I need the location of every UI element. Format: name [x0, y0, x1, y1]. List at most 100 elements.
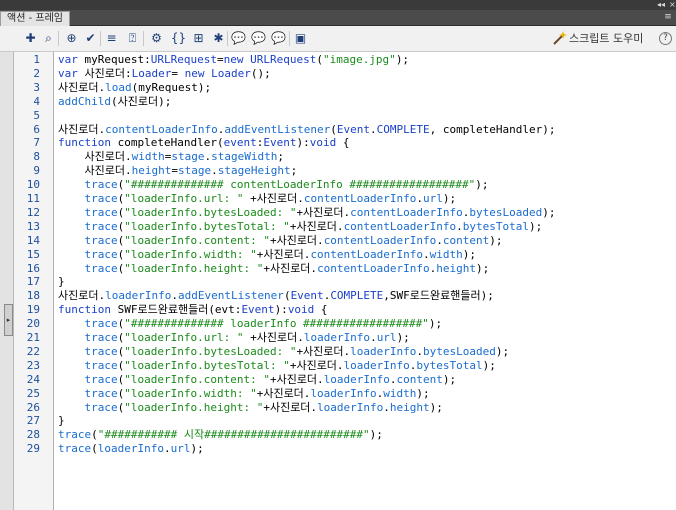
- code-token: stage: [171, 150, 205, 164]
- code-token: ):: [296, 136, 310, 150]
- code-token: contentLoaderInfo: [303, 192, 417, 205]
- code-token: trace: [84, 317, 118, 331]
- code-token: trace: [84, 331, 118, 344]
- code-token: =: [171, 66, 185, 80]
- code-token: Event: [263, 136, 297, 150]
- code-token: (: [91, 442, 98, 456]
- help-icon[interactable]: ?: [659, 32, 672, 45]
- code-token: +사진로더.: [289, 358, 344, 372]
- panel-menu-icon[interactable]: ≡: [663, 12, 673, 23]
- code-token: contentLoaderInfo: [343, 219, 457, 233]
- line-number: 27: [26, 414, 40, 428]
- line-number: 4: [33, 94, 40, 108]
- code-token: trace: [84, 261, 118, 275]
- code-hint-button[interactable]: ⍰: [124, 30, 141, 47]
- close-panel-icon[interactable]: ×: [669, 0, 676, 10]
- find-button[interactable]: ⌕: [40, 30, 57, 47]
- collapse-selection-button[interactable]: ⊞: [190, 30, 207, 47]
- collapse-braces-button[interactable]: {}: [170, 30, 187, 47]
- line-number: 24: [26, 372, 40, 386]
- code-token: );: [475, 178, 489, 192]
- line-number: 28: [26, 428, 40, 442]
- script-editor[interactable]: var myRequest:URLRequest=new URLRequest(…: [54, 52, 676, 510]
- code-token: "image.jpg": [322, 53, 396, 66]
- expand-all-button[interactable]: ✱: [210, 30, 227, 47]
- code-line: trace("loaderInfo.bytesLoaded: "+사진로더.lo…: [58, 344, 510, 359]
- code-line: trace("loaderInfo.width: "+사진로더.contentL…: [58, 247, 477, 262]
- remove-comment-icon: 💬: [271, 31, 286, 45]
- code-token: trace: [84, 233, 118, 247]
- code-token: loaderInfo: [317, 400, 384, 414]
- panel-tab-bar: 액션 - 프레임 ≡: [0, 10, 676, 26]
- code-token: ;: [277, 150, 284, 164]
- code-token: COMPLETE: [376, 122, 430, 136]
- code-token: trace: [84, 372, 118, 386]
- code-token: );: [429, 400, 443, 414]
- magic-wand-icon: [553, 31, 567, 45]
- code-token: ):: [274, 303, 288, 317]
- tab-actions-frame[interactable]: 액션 - 프레임: [0, 11, 70, 26]
- code-token: trace: [84, 178, 118, 192]
- code-token: content: [396, 372, 443, 386]
- code-token: );: [482, 358, 496, 372]
- code-token: .: [423, 247, 430, 261]
- code-token: Event: [290, 289, 324, 303]
- code-token: (: [316, 53, 323, 66]
- code-token: );: [416, 386, 430, 400]
- line-number-gutter: 1 2 3 4 5 6 7 8 9 10 11 12 13 14 15 16 17 18 19 20 21 22 23 24 2…: [14, 52, 54, 510]
- line-number: 2: [33, 66, 40, 80]
- target-path-button[interactable]: ⊕: [63, 30, 80, 47]
- show-toolbox-button[interactable]: ▣: [292, 30, 309, 47]
- code-token: +사진로더.: [296, 205, 351, 219]
- code-token: "loaderInfo.bytesTotal: ": [124, 358, 290, 372]
- code-line: var 사진로더:Loader= new Loader();: [58, 67, 271, 81]
- script-helper-button[interactable]: 스크립트 도우미: [551, 30, 643, 47]
- code-token: trace: [84, 205, 118, 219]
- code-token: +사진로더.: [289, 219, 344, 233]
- code-line: 사진로더.width=stage.stageWidth;: [58, 150, 284, 164]
- code-token: void: [309, 136, 337, 150]
- code-line: 사진로더.contentLoaderInfo. addEventListener(…: [58, 123, 556, 137]
- code-token: +사진로더.: [296, 344, 351, 358]
- toolbar-separator: [143, 31, 144, 46]
- code-token: void: [287, 303, 315, 317]
- code-token: width: [131, 150, 165, 164]
- expand-toolbox-handle[interactable]: ▸: [4, 304, 13, 336]
- code-token: trace: [84, 192, 118, 205]
- check-syntax-button[interactable]: ✔: [82, 30, 99, 47]
- line-comment-button[interactable]: 💬: [250, 30, 267, 47]
- code-token: Loader: [131, 66, 172, 80]
- code-token: addChild: [58, 94, 111, 108]
- add-statement-button[interactable]: ✚: [22, 30, 39, 47]
- block-comment-button[interactable]: 💬: [230, 30, 247, 47]
- code-token: "loaderInfo.content: ": [124, 372, 270, 386]
- code-token: 사진로더.: [58, 150, 132, 164]
- code-token: bytesTotal: [462, 219, 530, 233]
- code-line: trace(loaderInfo.url);: [58, 442, 204, 456]
- collapse-panel-icon[interactable]: ◂◂: [657, 0, 665, 10]
- code-line: addChild(사진로더);: [58, 95, 171, 109]
- auto-format-button[interactable]: ≡: [103, 30, 120, 47]
- debug-options-button[interactable]: ⚙: [148, 30, 165, 47]
- code-token: +사진로더.: [243, 331, 304, 344]
- code-token: "########### 시작########################": [97, 428, 370, 442]
- code-line: 사진로더.height=stage.stageHeight;: [58, 164, 297, 178]
- line-number: 18: [26, 289, 40, 303]
- code-token: +사진로더.: [256, 386, 311, 400]
- code-token: "loaderInfo.bytesTotal: ": [124, 219, 290, 233]
- code-token: width: [429, 247, 463, 261]
- actions-toolbar: ✚ ⌕ ⊕ ✔ ≡ ⍰ ⚙ {} ⊞ ✱ 💬 💬 💬 ▣ 스크립트 도우미 ?: [0, 26, 676, 52]
- line-number: 19: [26, 303, 40, 317]
- code-token: 사진로더.: [58, 289, 106, 303]
- code-token: url: [170, 442, 191, 456]
- line-number: 14: [26, 233, 40, 247]
- code-token: "loaderInfo.width: ": [124, 386, 257, 400]
- code-token: "loaderInfo.height: ": [124, 400, 264, 414]
- code-token: ();: [250, 66, 271, 80]
- code-token: +사진로더.: [269, 372, 324, 386]
- remove-comment-button[interactable]: 💬: [270, 30, 287, 47]
